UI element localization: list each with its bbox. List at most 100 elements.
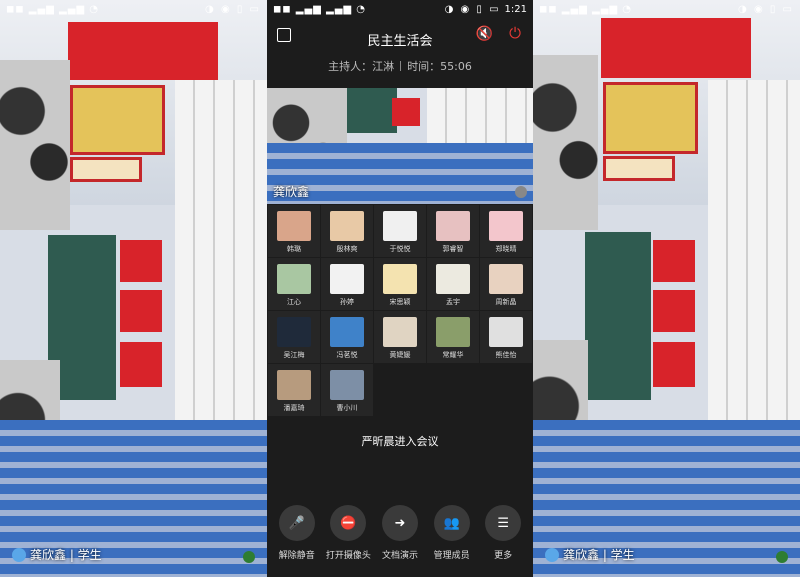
wall-poster [70,85,165,155]
red-banner [392,98,420,126]
participant-name: 孙婷 [340,298,354,306]
participant-avatar [277,211,311,241]
mic-status-icon [776,551,788,563]
participant-name: 潘嘉琦 [283,404,305,412]
participant-name: 殷林爽 [336,245,358,253]
avatar [545,547,559,562]
meeting-screen: ◼◼ ▂▄▆ ▂▄▆ ◔ ◑ ◉ ▯ ▭ 1:21 民主生活会 🔇 ⏻ 主持人：… [267,0,533,577]
participant-tile[interactable]: 孙婷 [321,258,373,310]
active-speaker-video[interactable]: 龚欣鑫 [267,88,533,204]
toolbar-button-2[interactable]: ➜ 文档演示 [377,505,423,561]
red-banner-2 [653,290,695,332]
participant-tile[interactable]: 郭睿智 [427,205,479,257]
status-bar: ◼◼ ▂▄▆ ▂▄▆ ◔ ◑ ◉ ▯ ▭ [0,0,267,18]
leave-meeting-icon[interactable]: ⏻ [509,24,521,42]
toolbar-button-0[interactable]: 🎤 解除静音 [274,505,320,561]
participant-tile[interactable]: 黄婕媛 [374,311,426,363]
toolbar-button-3[interactable]: 👥 管理成员 [429,505,475,561]
toolbar-label: 文档演示 [381,551,418,561]
status-icons: ◑ ◉ ▯ ▭ [444,3,501,15]
participant-avatar [436,264,470,294]
participant-name: 曹小川 [336,404,358,412]
participant-name: 郑晓晴 [495,245,517,253]
participant-name: 冯茗悦 [336,351,358,359]
participant-name: 黄婕媛 [389,351,411,359]
participant-tile[interactable]: 熊佳怡 [480,311,532,363]
toolbar-button-4[interactable]: ☰ 更多 [480,505,526,561]
participant-avatar [489,317,523,347]
participant-name: 孟宇 [446,298,460,306]
participant-avatar [330,211,364,241]
participant-name: 江心 [287,298,301,306]
classroom-video [0,0,267,577]
participant-tile[interactable]: 郑晓晴 [480,205,532,257]
participant-grid: 韩璐 殷林爽 于悦悦 郭睿智 郑晓晴江心 孙婷 宋思颖 孟宇 周新晶吴江梅 冯茗悦 黄婕媛 常耀华 熊佳… [267,205,533,416]
meeting-header: 民主生活会 🔇 ⏻ 主持人：江淋 时间：55:06 [267,18,533,88]
participant-tile[interactable]: 江心 [268,258,320,310]
wall-poster-small [70,157,142,182]
participant-name: 于悦悦 [389,245,411,253]
host-label: 主持人：江淋 [328,60,395,73]
red-banner-1 [653,240,695,282]
clock: 1:21 [504,3,527,15]
participant-name: 郭睿智 [442,245,464,253]
participant-avatar [383,211,417,241]
status-bar: ◼◼ ▂▄▆ ▂▄▆ ◔ ◑ ◉ ▯ ▭ 1:21 [267,0,533,18]
participant-tile[interactable]: 潘嘉琦 [268,364,320,416]
toolbar-label: 管理成员 [433,551,470,561]
status-bar: ◼◼ ▂▄▆ ▂▄▆ ◔ ◑ ◉ ▯ ▭ [533,0,800,18]
participant-tile[interactable]: 曹小川 [321,364,373,416]
meeting-duration: 时间：55:06 [407,60,472,73]
participant-avatar [436,317,470,347]
left-phone-screen: ◼◼ ▂▄▆ ▂▄▆ ◔ ◑ ◉ ▯ ▭ 龚欣鑫 | 学生 [0,0,267,577]
participant-name: 常耀华 [442,351,464,359]
members-icon[interactable]: 👥 [433,505,470,541]
participant-tile[interactable]: 于悦悦 [374,205,426,257]
active-speaker-name: 龚欣鑫 [273,185,310,199]
classroom-video [533,0,800,577]
side-wall [708,80,800,460]
participant-name: 宋思颖 [389,298,411,306]
blackboard [347,88,397,133]
speaker-mic-icon [515,186,527,198]
blackboard [585,232,651,400]
signal-indicators: ◼◼ ▂▄▆ ▂▄▆ ◔ [6,3,100,15]
speaker-mute-icon[interactable]: 🔇 [476,26,493,42]
status-icons: ◑ ◉ ▯ ▭ [738,3,794,15]
participant-name: 龚欣鑫 | 学生 [30,548,102,562]
right-phone-screen: ◼◼ ▂▄▆ ▂▄▆ ◔ ◑ ◉ ▯ ▭ 龚欣鑫 | 学生 [533,0,800,577]
participant-tile[interactable]: 常耀华 [427,311,479,363]
participant-avatar [489,211,523,241]
wall-poster-small [603,156,675,181]
camera-off-icon[interactable]: ⛔ [330,505,367,541]
participant-tile[interactable]: 冯茗悦 [321,311,373,363]
participant-tile[interactable]: 孟宇 [427,258,479,310]
participant-name: 周新晶 [495,298,517,306]
red-banner-2 [120,290,162,332]
more-menu-icon[interactable]: ☰ [485,505,522,541]
participant-tile[interactable]: 宋思颖 [374,258,426,310]
students-back [0,60,70,230]
join-notification: 严昕晨进入会议 [361,435,439,448]
participant-name: 龚欣鑫 | 学生 [563,548,635,562]
participant-avatar [383,317,417,347]
participant-tile[interactable]: 周新晶 [480,258,532,310]
document-share-icon[interactable]: ➜ [381,505,418,541]
participant-name: 韩璐 [287,245,301,253]
participant-avatar [277,370,311,400]
mic-status-icon [243,551,255,563]
party-flag [601,18,751,78]
mic-muted-icon[interactable]: 🎤 [278,505,315,541]
participant-label: 龚欣鑫 | 学生 [12,546,102,563]
participant-tile[interactable]: 殷林爽 [321,205,373,257]
participant-tile[interactable]: 韩璐 [268,205,320,257]
side-wall [175,80,267,460]
red-banner-1 [120,240,162,282]
toolbar-button-1[interactable]: ⛔ 打开摄像头 [325,505,371,561]
signal-indicators: ◼◼ ▂▄▆ ▂▄▆ ◔ [539,3,633,15]
participant-tile[interactable]: 吴江梅 [268,311,320,363]
signal-indicators: ◼◼ ▂▄▆ ▂▄▆ ◔ [273,3,367,15]
toolbar-label: 打开摄像头 [325,551,371,561]
participant-name: 吴江梅 [283,351,305,359]
meeting-info: 主持人：江淋 时间：55:06 [267,58,533,74]
